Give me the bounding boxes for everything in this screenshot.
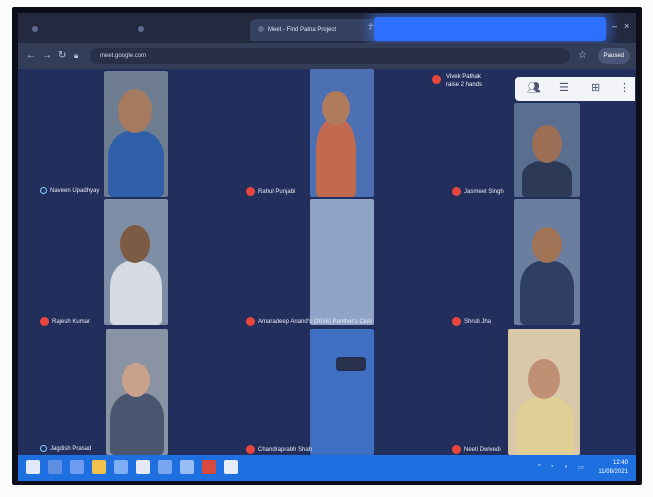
app-icon[interactable] xyxy=(202,460,216,474)
person-body xyxy=(110,261,162,325)
profile-label: Paused xyxy=(603,53,624,59)
search-icon[interactable] xyxy=(48,460,62,474)
start-icon[interactable] xyxy=(26,460,40,474)
network-icon[interactable]: ◔ xyxy=(550,464,554,470)
mic-muted-icon xyxy=(452,445,461,454)
laptop-shape xyxy=(336,357,366,371)
participant-name: Shruti Jha xyxy=(452,317,491,327)
person-body xyxy=(108,131,164,197)
participant-video xyxy=(310,329,374,455)
person-head xyxy=(528,359,560,399)
participant-name: Chandraprabh Shah xyxy=(246,445,312,455)
participant-tile[interactable]: Neeti Dwivedi xyxy=(430,329,636,455)
app-icon[interactable] xyxy=(224,460,238,474)
participant-video xyxy=(104,71,168,197)
mic-muted-icon xyxy=(40,317,49,326)
battery-icon[interactable]: ▭ xyxy=(578,464,584,471)
browser-tab-strip: Meet - Find Patna Project × + – × xyxy=(18,13,636,43)
person-body xyxy=(520,261,574,325)
chat-icon[interactable]: ☰ xyxy=(559,81,569,94)
participant-video xyxy=(508,329,580,455)
mic-muted-icon xyxy=(452,317,461,326)
person-head xyxy=(532,227,562,263)
app-icon[interactable] xyxy=(158,460,172,474)
participant-video xyxy=(310,199,374,325)
url-text: meet.google.com xyxy=(100,53,147,59)
minimize-icon[interactable]: – xyxy=(612,21,617,31)
participant-video xyxy=(104,199,168,325)
browser-tab[interactable] xyxy=(24,19,135,41)
meet-top-controls: 👥︎ ☰ ⊞ ⋮ xyxy=(515,77,635,101)
new-tab-plus-icon[interactable]: + xyxy=(368,21,374,32)
mic-muted-icon xyxy=(246,187,255,196)
screen-share-banner xyxy=(374,17,606,41)
participant-tile[interactable]: Amaradeep Anand's (2016) Panther's Club xyxy=(224,199,430,327)
person-head xyxy=(118,89,152,133)
person-head xyxy=(532,125,562,163)
browser-toolbar: ← → ↻ 🔒︎ meet.google.com ☆ Paused xyxy=(18,43,636,69)
taskbar: ^ ◔ ◖ ▭ 12:40 11/08/2021 xyxy=(18,455,636,481)
back-arrow-icon[interactable]: ← xyxy=(26,50,36,61)
participant-tile[interactable]: Naveen Upadhyay xyxy=(18,69,224,197)
person-body xyxy=(110,393,164,455)
person-head xyxy=(120,225,150,263)
mic-on-icon xyxy=(40,445,47,452)
participant-name: Jagdish Prasad xyxy=(40,445,91,454)
volume-icon[interactable]: ◖ xyxy=(564,464,568,470)
person-body xyxy=(316,119,356,197)
people-icon[interactable]: 👥︎ xyxy=(527,81,541,94)
bookmark-star-icon[interactable]: ☆ xyxy=(578,50,587,61)
mail-icon[interactable] xyxy=(114,460,128,474)
forward-arrow-icon[interactable]: → xyxy=(42,50,52,61)
participant-name: Jasmeet Singh xyxy=(452,187,504,197)
person-head xyxy=(322,91,350,125)
participant-tile[interactable]: Shruti Jha xyxy=(430,199,636,327)
participant-tile[interactable]: Rahul Punjabi xyxy=(224,69,430,197)
file-explorer-icon[interactable] xyxy=(92,460,106,474)
mic-muted-icon xyxy=(452,187,461,196)
activities-icon[interactable]: ⊞ xyxy=(591,81,600,94)
participant-name: Rahul Punjabi xyxy=(246,187,295,197)
participant-tile[interactable]: Jagdish Prasad xyxy=(18,329,224,455)
hand-raised-icon xyxy=(432,75,441,84)
mic-muted-icon xyxy=(246,317,255,326)
participant-video xyxy=(106,329,168,455)
browser-tab[interactable] xyxy=(130,19,258,41)
reload-icon[interactable]: ↻ xyxy=(58,50,66,61)
participant-video xyxy=(514,103,580,197)
participant-tile[interactable]: Chandraprabh Shah xyxy=(224,329,430,455)
app-icon[interactable] xyxy=(180,460,194,474)
tab-label: Meet - Find Patna Project xyxy=(268,27,337,33)
participant-name: Amaradeep Anand's (2016) Panther's Club xyxy=(246,317,372,327)
tray-arrow-icon[interactable]: ^ xyxy=(538,464,541,470)
taskbar-clock[interactable]: 12:40 11/08/2021 xyxy=(598,459,628,477)
screen: Meet - Find Patna Project × + – × ← → ↻ 🔒… xyxy=(18,13,636,481)
task-view-icon[interactable] xyxy=(70,460,84,474)
participant-name: Naveen Upadhyay xyxy=(40,187,99,196)
meet-video-grid: Naveen Upadhyay Rahul Punjabi Jasmeet Si… xyxy=(18,69,636,455)
participant-name: Rajesh Kumar xyxy=(40,317,90,327)
chrome-icon[interactable] xyxy=(136,460,150,474)
participant-video xyxy=(310,69,374,197)
raised-hand-text: Vivek Pathak raise 2 hands xyxy=(446,74,483,88)
more-options-icon[interactable]: ⋮ xyxy=(619,81,630,94)
person-head xyxy=(122,363,150,397)
mic-muted-icon xyxy=(246,445,255,454)
tab-favicon-icon xyxy=(32,26,38,33)
monitor-bezel: Meet - Find Patna Project × + – × ← → ↻ 🔒… xyxy=(12,7,642,485)
address-bar[interactable]: meet.google.com xyxy=(90,48,570,64)
participant-name: Neeti Dwivedi xyxy=(452,445,501,455)
profile-button[interactable]: Paused xyxy=(597,48,630,64)
tab-favicon-icon xyxy=(258,26,264,33)
close-window-icon[interactable]: × xyxy=(624,21,629,31)
person-body xyxy=(522,161,572,197)
tab-favicon-icon xyxy=(138,26,144,33)
mic-on-icon xyxy=(40,187,47,194)
lock-icon: 🔒︎ xyxy=(74,51,79,60)
browser-tab-active[interactable]: Meet - Find Patna Project × xyxy=(250,19,378,41)
person-body xyxy=(516,397,574,455)
participant-video xyxy=(514,199,580,325)
participant-tile[interactable]: Rajesh Kumar xyxy=(18,199,224,327)
